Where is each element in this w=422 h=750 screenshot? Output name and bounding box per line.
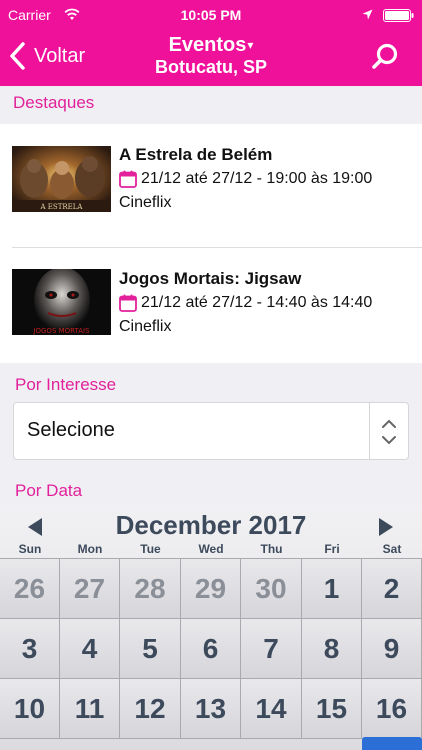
event-title: Jogos Mortais: Jigsaw [119,269,302,288]
interest-select[interactable]: Selecione [13,402,409,460]
event-dates-row: 21/12 até 27/12 - 14:40 às 14:40 [119,294,372,312]
event-venue: Cineflix [119,318,172,335]
calendar-icon [119,294,137,312]
weekday-label: Sun [18,542,42,556]
calendar-day[interactable]: 3 [0,619,60,679]
back-button[interactable]: Voltar [8,38,85,74]
calendar-day[interactable]: 10 [0,679,60,739]
status-time: 10:05 PM [180,7,242,23]
event-dates-row: 21/12 até 27/12 - 19:00 às 19:00 [119,170,372,188]
calendar-day[interactable]: 5 [120,619,181,679]
nav-bar: Carrier 10:05 PM Voltar Eventos▾ Botucat… [0,0,422,86]
calendar-day[interactable]: 6 [181,619,241,679]
list-item[interactable]: A ESTRELA A Estrela de Belém 21/12 até 2… [0,124,422,248]
calendar-day[interactable]: 1 [302,559,362,619]
calendar-header: December 2017 Sun Mon Tue Wed Thu Fri Sat [0,507,422,559]
battery-icon [383,9,414,22]
calendar-icon [119,170,137,188]
location-arrow-icon [362,9,373,20]
highlights-list: A ESTRELA A Estrela de Belém 21/12 até 2… [0,124,422,363]
calendar-grid: 26 27 28 29 30 1 2 3 4 5 6 7 8 9 10 11 12 13 14 15 16 [0,558,422,750]
weekday-row: Sun Mon Tue Wed Thu Fri Sat [0,542,422,558]
event-poster: A ESTRELA [12,146,111,212]
screen: Carrier 10:05 PM Voltar Eventos▾ Botucat… [0,0,422,750]
calendar-day[interactable]: 14 [241,679,302,739]
calendar-day[interactable]: 7 [241,619,302,679]
picker-divider [369,403,370,459]
back-chevron-icon [10,42,25,70]
event-dates: 21/12 até 27/12 - 14:40 às 14:40 [141,294,373,311]
calendar-day[interactable]: 9 [362,619,422,679]
calendar-day[interactable]: 28 [120,559,181,619]
city-label: Botucatu, SP [154,57,267,77]
calendar-day[interactable]: 4 [60,619,120,679]
next-month-icon[interactable] [377,517,395,537]
calendar: December 2017 Sun Mon Tue Wed Thu Fri Sat 26 27… [0,507,422,750]
event-venue: Cineflix [119,194,172,211]
calendar-month-label: December 2017 [115,510,307,540]
weekday-label: Thu [260,542,283,556]
section-header-data: Por Data [15,481,83,500]
dropdown-caret-icon: ▾ [247,38,254,52]
calendar-day[interactable]: 30 [241,559,302,619]
list-item[interactable]: JOGOS MORTAIS Jogos Mortais: Jigsaw 21/1… [0,248,422,368]
interest-select-value: Selecione [27,419,115,441]
weekday-label: Tue [140,542,161,556]
today-marker [362,737,422,750]
calendar-day[interactable]: 8 [302,619,362,679]
calendar-day[interactable]: 26 [0,559,60,619]
calendar-day[interactable]: 29 [181,559,241,619]
back-label: Voltar [34,44,86,67]
search-icon[interactable] [370,42,400,72]
calendar-day[interactable]: 2 [362,559,422,619]
calendar-day[interactable]: 11 [60,679,120,739]
calendar-day[interactable]: 16 [362,679,422,739]
event-title: A Estrela de Belém [119,145,273,164]
poster-caption: A ESTRELA [40,203,84,211]
calendar-day[interactable]: 13 [181,679,241,739]
page-title: Eventos [168,34,247,56]
calendar-day[interactable]: 15 [302,679,362,739]
weekday-label: Wed [198,542,224,556]
section-header-interesse: Por Interesse [15,375,117,394]
weekday-label: Mon [77,542,103,556]
weekday-label: Sat [382,542,402,556]
calendar-day[interactable]: 12 [120,679,181,739]
status-bar: Carrier 10:05 PM [0,0,422,30]
city-selector[interactable]: Eventos▾ Botucatu, SP [100,34,322,78]
weekday-label: Fri [324,542,340,556]
event-poster: JOGOS MORTAIS [12,269,111,335]
poster-caption: JOGOS MORTAIS [32,327,90,335]
updown-arrows-icon [382,419,396,445]
event-dates: 21/12 até 27/12 - 19:00 às 19:00 [141,170,373,187]
section-header-destaques: Destaques [13,93,95,112]
calendar-day[interactable]: 27 [60,559,120,619]
